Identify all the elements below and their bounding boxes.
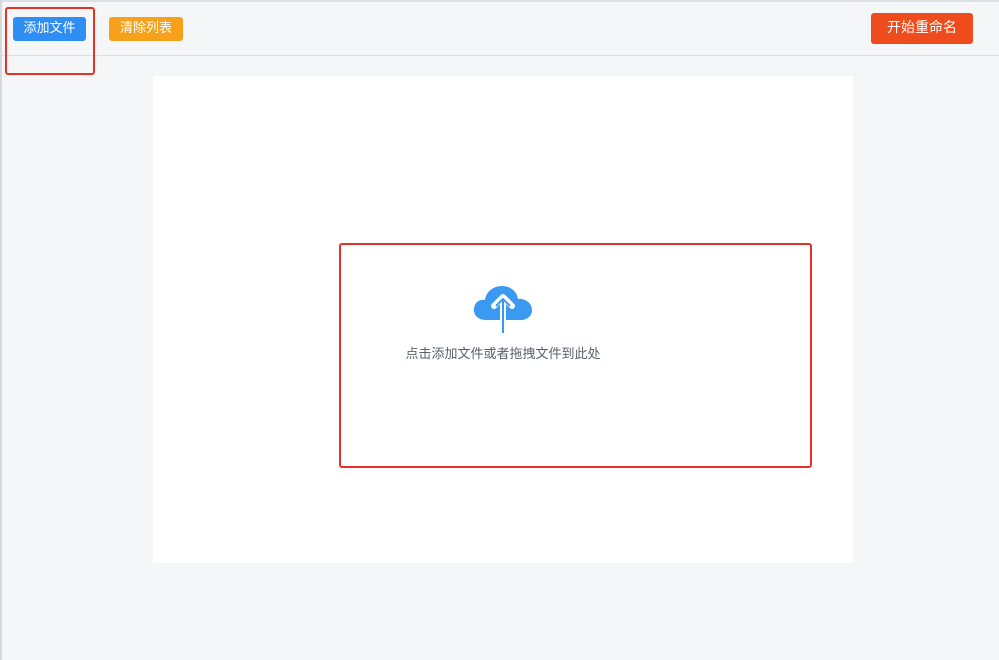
start-rename-button[interactable]: 开始重命名	[871, 13, 973, 44]
window-left-border	[0, 0, 2, 660]
add-file-highlight-box	[5, 7, 95, 75]
dropzone-hint-text: 点击添加文件或者拖拽文件到此处	[405, 347, 601, 362]
toolbar: 添加文件 清除列表 开始重命名	[2, 2, 999, 56]
cloud-upload-icon	[473, 286, 532, 334]
clear-list-button[interactable]: 清除列表	[109, 17, 183, 41]
